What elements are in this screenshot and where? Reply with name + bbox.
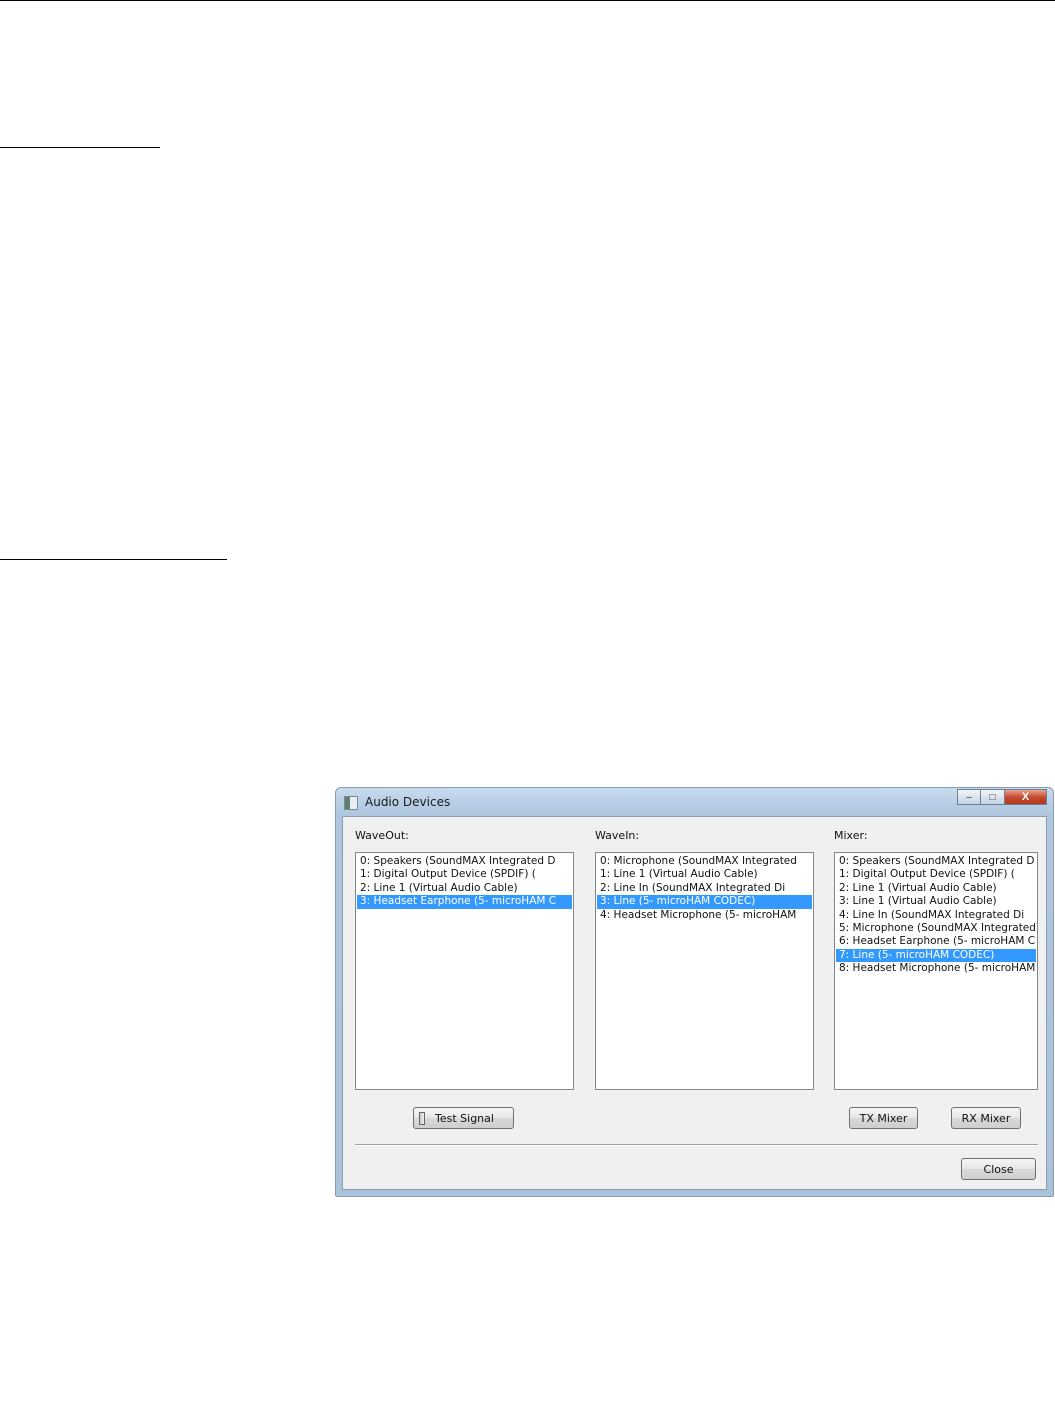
close-window-button[interactable]: X [1005,789,1047,805]
list-item[interactable]: 2: Line In (SoundMAX Integrated Di [597,882,812,895]
list-item[interactable]: 6: Headset Earphone (5- microHAM C [836,935,1036,948]
list-item[interactable]: 2: Line 1 (Virtual Audio Cable) [357,882,572,895]
mixer-listbox[interactable]: 0: Speakers (SoundMAX Integrated D 1: Dig… [834,852,1038,1090]
list-item[interactable]: 4: Headset Microphone (5- microHAM [597,909,812,922]
separator [355,1144,1038,1146]
test-signal-label: Test Signal [435,1111,494,1125]
dialog-titlebar[interactable]: Audio Devices – □ X [336,788,1053,816]
list-item[interactable]: 5: Microphone (SoundMAX Integrated [836,922,1036,935]
minimize-button[interactable]: – [957,789,981,805]
wavein-listbox[interactable]: 0: Microphone (SoundMAX Integrated 1: Lin… [595,852,814,1090]
window-controls: – □ X [957,789,1047,807]
list-item[interactable]: 1: Digital Output Device (SPDIF) ( [357,868,572,881]
signal-indicator-icon [419,1111,425,1125]
rx-mixer-button[interactable]: RX Mixer [951,1107,1021,1129]
list-item[interactable]: 0: Speakers (SoundMAX Integrated D [836,855,1036,868]
list-item[interactable]: 2: Line 1 (Virtual Audio Cable) [836,882,1036,895]
section-heading-underline [0,147,160,148]
wavein-label: WaveIn: [595,829,640,842]
tx-mixer-button[interactable]: TX Mixer [849,1107,918,1129]
list-item[interactable]: 3: Headset Earphone (5- microHAM C [357,895,572,909]
list-item[interactable]: 3: Line 1 (Virtual Audio Cable) [836,895,1036,908]
app-icon [344,796,358,810]
section-heading-underline [0,559,227,560]
audio-devices-dialog: Audio Devices – □ X WaveOut: WaveIn: Mix… [335,787,1054,1197]
waveout-label: WaveOut: [355,829,409,842]
list-item[interactable]: 7: Line (5- microHAM CODEC) [836,948,1036,963]
list-item[interactable]: 4: Line In (SoundMAX Integrated Di [836,909,1036,922]
waveout-listbox[interactable]: 0: Speakers (SoundMAX Integrated D 1: Dig… [355,852,574,1090]
list-item[interactable]: 1: Digital Output Device (SPDIF) ( [836,868,1036,881]
list-item[interactable]: 3: Line (5- microHAM CODEC) [597,895,812,909]
maximize-button[interactable]: □ [981,789,1005,805]
test-signal-button[interactable]: Test Signal [413,1107,514,1129]
dialog-client-area: WaveOut: WaveIn: Mixer: 0: Speakers (Sou… [342,816,1047,1190]
dialog-title: Audio Devices [365,795,451,809]
page-top-rule [0,0,1055,1]
list-item[interactable]: 1: Line 1 (Virtual Audio Cable) [597,868,812,881]
close-button[interactable]: Close [961,1158,1036,1180]
list-item[interactable]: 0: Microphone (SoundMAX Integrated [597,855,812,868]
mixer-label: Mixer: [834,829,868,842]
list-item[interactable]: 8: Headset Microphone (5- microHAM [836,962,1036,975]
list-item[interactable]: 0: Speakers (SoundMAX Integrated D [357,855,572,868]
